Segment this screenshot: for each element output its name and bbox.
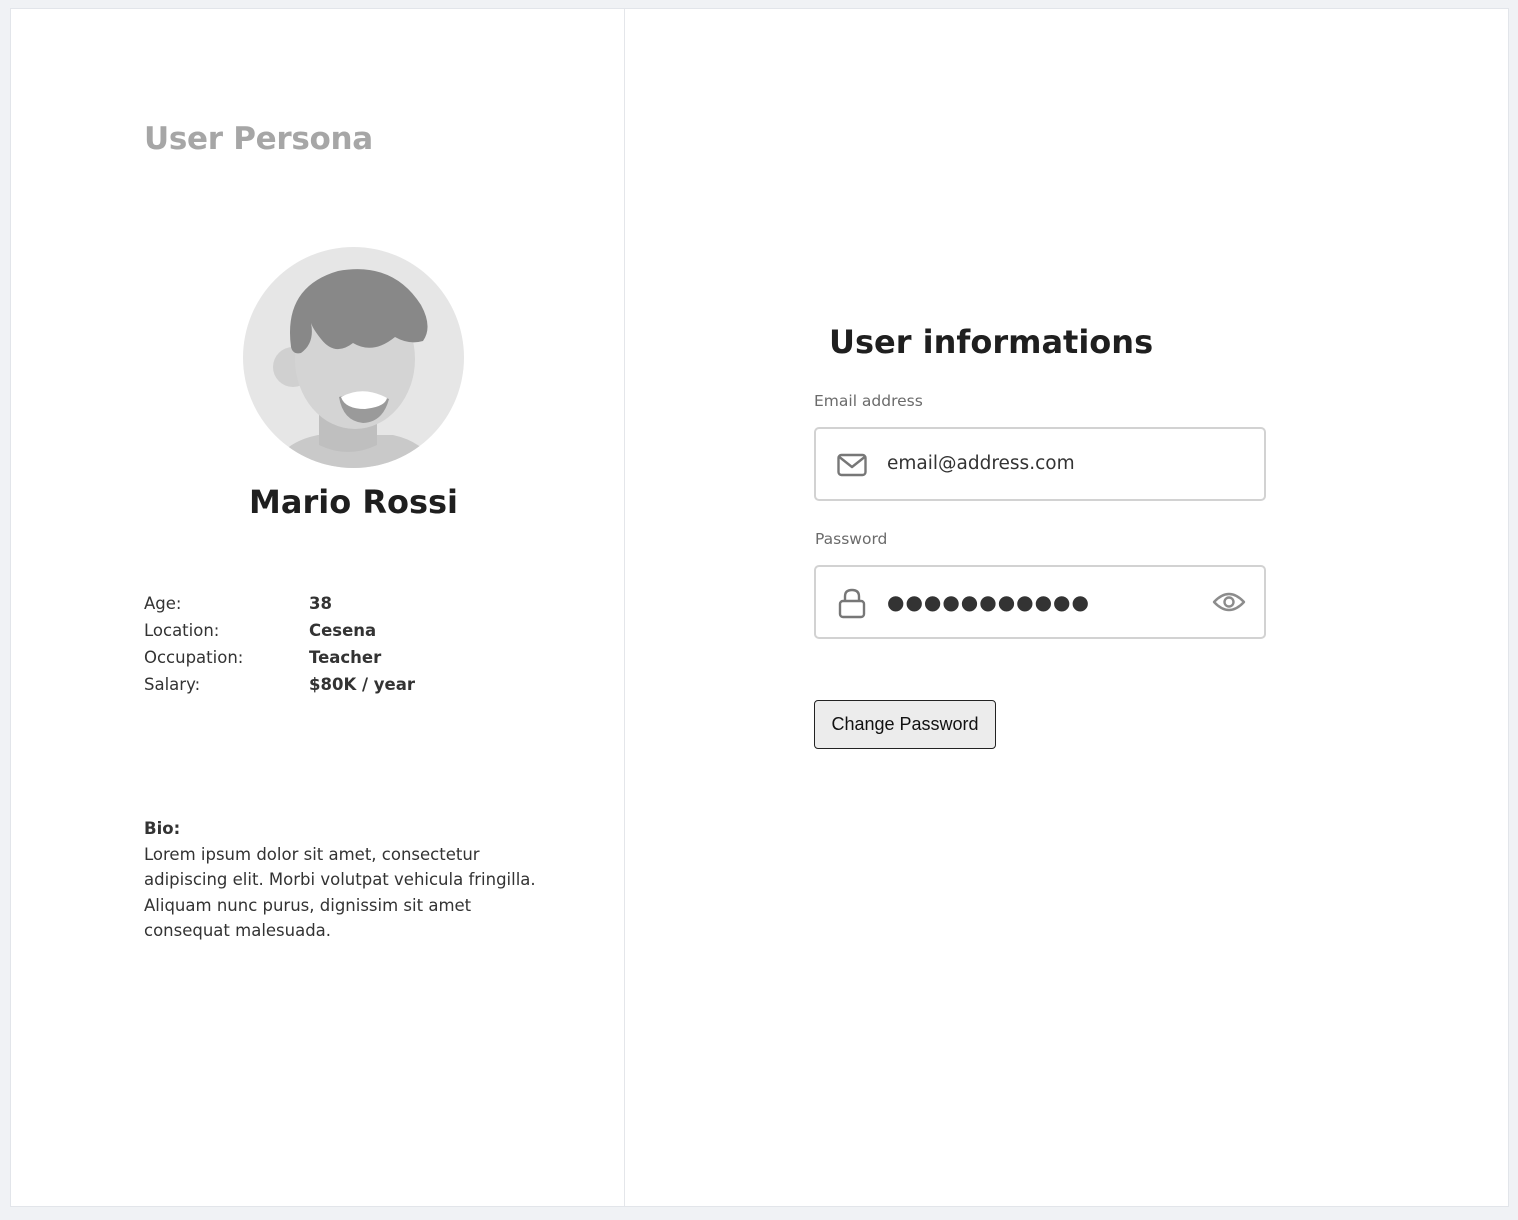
detail-value: Teacher [309, 648, 382, 667]
password-label: Password [815, 530, 888, 548]
avatar [243, 247, 464, 468]
profile-card: User Persona Mario Rossi Age: 38 Location… [10, 8, 1509, 1207]
detail-value: $80K / year [309, 675, 415, 694]
email-value[interactable]: email@address.com [887, 429, 1075, 499]
detail-label: Age: [144, 594, 182, 613]
detail-row-age: Age: 38 [144, 590, 564, 617]
persona-details: Age: 38 Location: Cesena Occupation: Teache… [144, 590, 564, 698]
bio-label: Bio: [144, 819, 181, 838]
detail-row-salary: Salary: $80K / year [144, 671, 564, 698]
lock-icon [836, 587, 868, 619]
panel-divider [624, 9, 625, 1206]
email-label: Email address [814, 392, 923, 410]
detail-row-location: Location: Cesena [144, 617, 564, 644]
persona-heading: User Persona [144, 121, 373, 157]
change-password-button[interactable]: Change Password [814, 700, 996, 749]
person-avatar-icon [243, 247, 464, 468]
detail-value: Cesena [309, 621, 377, 640]
detail-label: Occupation: [144, 648, 244, 667]
detail-row-occupation: Occupation: Teacher [144, 644, 564, 671]
user-info-heading: User informations [829, 323, 1154, 361]
detail-value: 38 [309, 594, 332, 613]
password-value[interactable]: ●●●●●●●●●●● [887, 567, 1090, 637]
detail-label: Salary: [144, 675, 201, 694]
envelope-icon [836, 449, 868, 481]
person-name: Mario Rossi [249, 483, 458, 521]
bio-text: Lorem ipsum dolor sit amet, consectetur … [144, 844, 536, 941]
password-field[interactable]: ●●●●●●●●●●● [814, 565, 1266, 639]
email-field[interactable]: email@address.com [814, 427, 1266, 501]
eye-icon[interactable] [1212, 588, 1246, 616]
bio-section: Bio: Lorem ipsum dolor sit amet, consect… [144, 816, 554, 944]
detail-label: Location: [144, 621, 220, 640]
